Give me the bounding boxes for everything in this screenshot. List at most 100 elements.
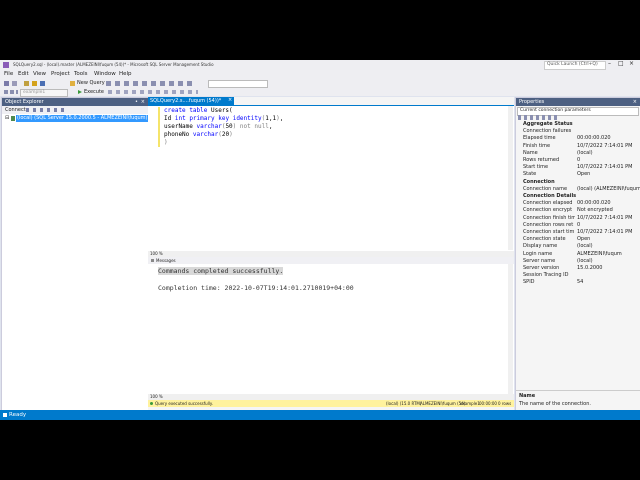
messages-tab-icon	[151, 259, 154, 262]
property-row[interactable]: Display name (local)	[519, 243, 637, 250]
results-zoom[interactable]: 100 %	[150, 395, 163, 399]
property-key: SPID	[523, 279, 535, 286]
forward-icon[interactable]	[12, 81, 17, 86]
menu-help[interactable]: Help	[119, 71, 132, 78]
property-category[interactable]: Connection	[519, 178, 637, 186]
oe-toolbar-icons	[26, 108, 66, 112]
database-dropdown[interactable]: example1	[20, 89, 68, 97]
menu-project[interactable]: Project	[51, 71, 70, 78]
property-row[interactable]: Connection rows ret 0	[519, 222, 637, 229]
execute-button[interactable]: Execute	[84, 90, 104, 95]
property-key: Connection failures	[523, 128, 572, 135]
minimize-button[interactable]: –	[608, 61, 611, 67]
property-description-title: Name	[519, 393, 536, 399]
standard-toolbar: New Query	[0, 79, 640, 88]
success-check-icon	[150, 401, 153, 405]
save-icon[interactable]	[40, 81, 45, 86]
app-icon	[3, 62, 9, 68]
property-value: ALMEZEINI\fuqum	[577, 250, 622, 257]
close-pane-icon[interactable]: ×	[141, 98, 145, 106]
property-row[interactable]: Connection elapsed 00:00:00.020	[519, 200, 637, 207]
connect-button[interactable]: Connect	[5, 108, 26, 113]
editor-vertical-scrollbar[interactable]	[508, 106, 513, 250]
property-value: 10/7/2022 7:14:01 PM	[577, 142, 633, 149]
messages-vertical-scrollbar[interactable]	[508, 264, 513, 394]
toolbar2-icons	[4, 90, 18, 94]
query-editor-area: SQLQuery2.s....fuqum (54))* × create tab…	[148, 97, 514, 410]
property-row[interactable]: State Open	[519, 171, 637, 178]
editor-tab[interactable]: SQLQuery2.s....fuqum (54))* ×	[148, 97, 234, 105]
back-icon[interactable]	[4, 81, 9, 86]
results-tabs: Messages	[148, 257, 514, 264]
property-row[interactable]: Finish time 10/7/2022 7:14:01 PM	[519, 143, 637, 150]
properties-toolbar	[518, 115, 558, 120]
new-query-button[interactable]: New Query	[77, 81, 105, 86]
property-row[interactable]: Connection start tim 10/7/2022 7:14:01 PM	[519, 229, 637, 236]
property-value: 54	[577, 279, 584, 286]
property-key: Start time	[523, 164, 549, 171]
expand-icon[interactable]: ⊟	[5, 116, 9, 121]
properties-close-icon[interactable]: ×	[633, 98, 637, 106]
property-value: 0	[577, 221, 581, 228]
maximize-button[interactable]: □	[618, 61, 624, 67]
property-row[interactable]: SPID 54	[519, 279, 637, 286]
menu-window[interactable]: Window	[94, 71, 116, 78]
property-row[interactable]: Elapsed time 00:00:00.020	[519, 135, 637, 142]
property-key: Finish time	[523, 142, 551, 149]
quick-launch-box[interactable]: Quick Launch (Ctrl+Q)	[544, 61, 606, 70]
property-row[interactable]: Server name (local)	[519, 258, 637, 265]
property-row[interactable]: Name (local)	[519, 150, 637, 157]
toolbar2-more-icons	[108, 90, 198, 94]
property-row[interactable]: Connection failures	[519, 128, 637, 135]
property-row[interactable]: Start time 10/7/2022 7:14:01 PM	[519, 164, 637, 171]
new-file-icon[interactable]	[24, 81, 29, 86]
code-line-3: userName varchar(50) not null,	[164, 123, 273, 130]
property-value: (local)	[577, 243, 593, 250]
property-value: 00:00:00.020	[577, 200, 611, 207]
server-node[interactable]: ⊟ (local) (SQL Server 15.0.2000.5 - ALME…	[5, 115, 149, 122]
property-row[interactable]: Server version 15.0.2000	[519, 265, 637, 272]
property-category[interactable]: Aggregate Status	[519, 121, 637, 128]
database-value: example1	[23, 90, 46, 95]
new-query-icon[interactable]	[70, 81, 75, 86]
property-row[interactable]: Connection encrypt Not encrypted	[519, 207, 637, 214]
object-explorer-header: Object Explorer • ×	[2, 98, 148, 106]
menu-tools[interactable]: Tools	[74, 71, 88, 78]
menu-edit[interactable]: Edit	[18, 71, 29, 78]
menu-view[interactable]: View	[33, 71, 46, 78]
close-button[interactable]: ×	[629, 61, 634, 67]
messages-pane[interactable]: Commands completed successfully. Complet…	[148, 264, 514, 394]
property-key: Name	[523, 149, 538, 156]
menu-file[interactable]: File	[4, 71, 13, 78]
property-key: Server version	[523, 265, 560, 271]
property-row[interactable]: Login name ALMEZEINI\fuqum	[519, 251, 637, 258]
property-key: Connection Details	[523, 193, 577, 199]
pin-icon[interactable]: •	[135, 98, 138, 106]
property-key: Connection name	[523, 185, 568, 192]
query-status-user: ALMEZEINI\fuqum (54)	[420, 400, 466, 406]
property-row[interactable]: Connection finish tim 10/7/2022 7:14:01 P…	[519, 215, 637, 222]
property-key: Rows returned	[523, 157, 560, 163]
object-explorer-title: Object Explorer	[5, 99, 44, 105]
property-value: 00:00:00.020	[577, 135, 611, 142]
messages-line-2: Completion time: 2022-10-07T19:14:01.271…	[158, 284, 354, 292]
property-row[interactable]: Connection name (local) (ALMEZEINI\fuqum	[519, 185, 640, 193]
solution-config-dropdown[interactable]	[208, 80, 268, 88]
properties-header: Properties ×	[516, 98, 640, 106]
property-value: (local)	[577, 257, 593, 264]
property-row[interactable]: Connection state Open	[519, 236, 637, 243]
property-value: 10/7/2022 7:14:01 PM	[577, 164, 633, 171]
status-icon	[3, 413, 7, 417]
property-category[interactable]: Connection Details	[519, 193, 637, 200]
code-editor[interactable]: create table Users( Id int primary key i…	[148, 105, 514, 251]
tab-close-icon[interactable]: ×	[228, 98, 232, 103]
property-value: 0	[577, 157, 581, 163]
property-row[interactable]: Rows returned 0	[519, 157, 637, 164]
editor-zoom[interactable]: 100 %	[150, 252, 163, 256]
code-line-5: )	[164, 139, 168, 146]
status-text: Ready	[9, 411, 27, 418]
open-icon[interactable]	[32, 81, 37, 86]
execute-icon[interactable]	[78, 90, 82, 94]
property-row[interactable]: Session Tracing ID	[519, 272, 637, 279]
messages-tab[interactable]: Messages	[156, 258, 176, 263]
